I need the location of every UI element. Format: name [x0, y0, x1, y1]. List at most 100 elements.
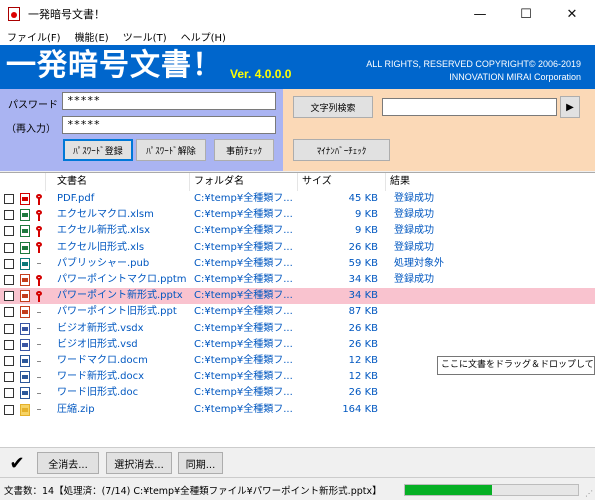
progress-bar	[404, 484, 579, 496]
word-file-icon	[20, 371, 30, 384]
clear-all-button[interactable]: 全消去...	[37, 452, 99, 474]
table-row[interactable]: パワーポイント新形式.pptx C:¥temp¥全種類フ... 34 KB	[0, 288, 595, 305]
header-result[interactable]: 結果	[386, 173, 595, 191]
menu-file[interactable]: ファイル(F)	[0, 29, 68, 44]
row-checkbox[interactable]	[4, 291, 14, 302]
resize-grip-icon[interactable]: ⋰	[585, 489, 593, 498]
password-field[interactable]: *****	[62, 92, 276, 110]
row-checkbox[interactable]	[4, 307, 14, 318]
password-release-button[interactable]: ﾊﾟｽﾜｰﾄﾞ解除	[136, 139, 206, 161]
dash-icon	[37, 344, 41, 346]
header-folder[interactable]: フォルダ名	[190, 173, 298, 191]
row-checkbox[interactable]	[4, 388, 14, 399]
row-folder: C:¥temp¥全種類フ...	[194, 225, 293, 237]
row-lock-cell	[32, 191, 46, 207]
table-row[interactable]: ビジオ新形式.vsdx C:¥temp¥全種類フ... 26 KB	[0, 321, 595, 337]
menu-help[interactable]: ヘルプ(H)	[174, 29, 233, 44]
row-name: ビジオ旧形式.vsd	[57, 338, 138, 350]
row-folder: C:¥temp¥全種類フ...	[194, 209, 293, 221]
row-checkbox-cell	[0, 191, 18, 207]
password-confirm-field[interactable]: *****	[62, 116, 276, 134]
table-row[interactable]: PDF.pdf C:¥temp¥全種類フ... 45 KB 登録成功	[0, 191, 595, 207]
row-result: 登録成功	[394, 225, 434, 237]
header-select	[0, 173, 46, 191]
table-row[interactable]: エクセル旧形式.xls C:¥temp¥全種類フ... 26 KB 登録成功	[0, 240, 595, 256]
table-row[interactable]: パブリッシャー.pub C:¥temp¥全種類フ... 59 KB 処理対象外	[0, 256, 595, 272]
title-bar: 一発暗号文書！ — ☐ ✕	[0, 0, 595, 28]
key-icon	[36, 193, 42, 205]
row-checkbox[interactable]	[4, 210, 14, 221]
row-size: 9 KB	[355, 225, 378, 237]
row-checkbox[interactable]	[4, 323, 14, 334]
row-checkbox[interactable]	[4, 226, 14, 237]
row-checkbox[interactable]	[4, 275, 14, 285]
row-size: 34 KB	[348, 274, 378, 285]
row-folder: C:¥temp¥全種類フ...	[194, 257, 293, 269]
header-size[interactable]: サイズ	[298, 173, 386, 191]
row-checkbox[interactable]	[4, 339, 14, 350]
row-folder: C:¥temp¥全種類フ...	[194, 387, 293, 399]
zip-folder-icon	[20, 403, 30, 416]
row-checkbox-cell	[0, 353, 18, 369]
row-lock-cell	[32, 321, 46, 337]
row-checkbox-cell	[0, 304, 18, 320]
row-checkbox[interactable]	[4, 372, 14, 383]
row-name: パワーポイント旧形式.ppt	[57, 306, 177, 318]
row-result	[386, 385, 566, 401]
search-go-button[interactable]: ▶	[560, 96, 580, 118]
dash-icon	[37, 263, 41, 265]
row-lock-cell	[32, 385, 46, 401]
row-folder: C:¥temp¥全種類フ...	[194, 371, 293, 383]
clear-selected-button[interactable]: 選択消去...	[106, 452, 172, 474]
row-size: 45 KB	[348, 193, 378, 204]
table-row[interactable]: ビジオ旧形式.vsd C:¥temp¥全種類フ... 26 KB	[0, 337, 595, 353]
row-size: 26 KB	[348, 322, 378, 334]
row-checkbox[interactable]	[4, 404, 14, 415]
precheck-button[interactable]: 事前ﾁｪｯｸ	[214, 139, 274, 161]
row-lock-cell	[32, 353, 46, 369]
file-table[interactable]: 文書名 フォルダ名 サイズ 結果 PDF.pdf C:¥temp¥全種類フ... 4…	[0, 172, 595, 447]
row-folder: C:¥temp¥全種類フ...	[194, 290, 293, 302]
text-search-button[interactable]: 文字列検索	[293, 96, 373, 118]
row-result	[386, 321, 566, 337]
header-name[interactable]: 文書名	[46, 173, 190, 191]
excel-file-icon	[20, 225, 30, 238]
menu-tools[interactable]: ツール(T)	[116, 29, 174, 44]
row-size: 12 KB	[348, 355, 378, 366]
row-checkbox[interactable]	[4, 194, 14, 204]
row-checkbox-cell	[0, 207, 18, 223]
row-checkbox[interactable]	[4, 356, 14, 366]
password-panel: パスワード ***** （再入力） ***** ﾊﾟｽﾜｰﾄﾞ登録 ﾊﾟｽﾜｰﾄ…	[0, 89, 283, 171]
row-size: 59 KB	[348, 257, 378, 269]
menu-function[interactable]: 機能(E)	[68, 29, 116, 44]
row-lock-cell	[32, 288, 46, 304]
table-row[interactable]: パワーポイント旧形式.ppt C:¥temp¥全種類フ... 87 KB	[0, 304, 595, 320]
table-row[interactable]: エクセル新形式.xlsx C:¥temp¥全種類フ... 9 KB 登録成功	[0, 223, 595, 239]
action-bar: ✔ 全消去... 選択消去... 同期...	[0, 447, 595, 477]
table-row[interactable]: ワード旧形式.doc C:¥temp¥全種類フ... 26 KB	[0, 385, 595, 401]
sync-button[interactable]: 同期...	[178, 452, 223, 474]
pdf-file-icon	[20, 193, 30, 205]
visio-file-icon	[20, 322, 30, 335]
row-checkbox[interactable]	[4, 242, 14, 253]
dash-icon	[37, 311, 41, 313]
table-row[interactable]: 圧縮.zip C:¥temp¥全種類フ... 164 KB	[0, 402, 595, 418]
row-checkbox[interactable]	[4, 258, 14, 269]
row-lock-cell	[32, 256, 46, 272]
close-button[interactable]: ✕	[549, 0, 595, 28]
table-row[interactable]: パワーポイントマクロ.pptm C:¥temp¥全種類フ... 34 KB 登録成功	[0, 272, 595, 288]
banner-copyright: ALL RIGHTS, RESERVED COPYRIGHT© 2006-201…	[366, 58, 581, 84]
maximize-button[interactable]: ☐	[503, 0, 549, 28]
password-confirm-label: （再入力）	[6, 124, 56, 135]
search-input[interactable]	[382, 98, 557, 116]
row-name: ワードマクロ.docm	[57, 355, 148, 366]
row-name: エクセル新形式.xlsx	[57, 225, 151, 237]
row-folder: C:¥temp¥全種類フ...	[194, 241, 293, 253]
mynumber-check-button[interactable]: ﾏｲﾅﾝﾊﾞｰﾁｪｯｸ	[293, 139, 390, 161]
table-row[interactable]: エクセルマクロ.xlsm C:¥temp¥全種類フ... 9 KB 登録成功	[0, 207, 595, 223]
row-lock-cell	[32, 272, 46, 288]
check-all-button[interactable]: ✔	[4, 451, 30, 475]
minimize-button[interactable]: —	[457, 0, 503, 28]
password-register-button[interactable]: ﾊﾟｽﾜｰﾄﾞ登録	[63, 139, 133, 161]
row-checkbox-cell	[0, 385, 18, 401]
